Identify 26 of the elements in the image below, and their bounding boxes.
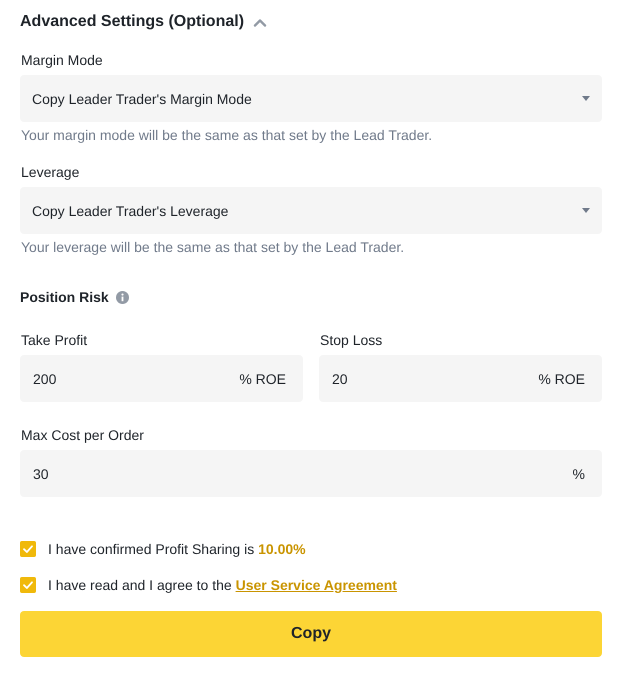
- info-icon[interactable]: [116, 290, 129, 304]
- chevron-up-icon[interactable]: [253, 18, 268, 26]
- copy-button[interactable]: Copy: [20, 611, 602, 657]
- checkbox[interactable]: [20, 577, 36, 593]
- caret-down-icon: [582, 208, 590, 213]
- input-field[interactable]: 200 % ROE: [20, 355, 303, 402]
- input-field[interactable]: 30 %: [20, 450, 602, 497]
- field-label: Leverage: [20, 163, 80, 182]
- dropdown[interactable]: Copy Leader Trader's Margin Mode: [20, 75, 602, 122]
- agreement-text: I have confirmed Profit Sharing is 10.00%: [48, 540, 306, 559]
- checkbox[interactable]: [20, 541, 36, 557]
- helper-text: Your margin mode will be the same as that set by the Lead Trader.: [20, 126, 432, 145]
- input-field[interactable]: 20 % ROE: [319, 355, 602, 402]
- field-label: Take Profit: [20, 331, 88, 350]
- subsection-title: Position Risk: [20, 288, 109, 307]
- agreement-text: I have read and I agree to the User Service Agreement: [48, 576, 397, 595]
- dropdown[interactable]: Copy Leader Trader's Leverage: [20, 187, 602, 234]
- field-label: Max Cost per Order: [20, 426, 144, 445]
- helper-text: Your leverage will be the same as that set by the Lead Trader.: [20, 238, 404, 257]
- unit-label: %: [572, 466, 585, 482]
- field-label: Margin Mode: [20, 51, 103, 70]
- unit-label: % ROE: [239, 370, 286, 386]
- caret-down-icon: [582, 96, 590, 101]
- unit-label: % ROE: [538, 370, 585, 386]
- field-label: Stop Loss: [319, 331, 382, 350]
- section-title: Advanced Settings (Optional): [20, 12, 244, 32]
